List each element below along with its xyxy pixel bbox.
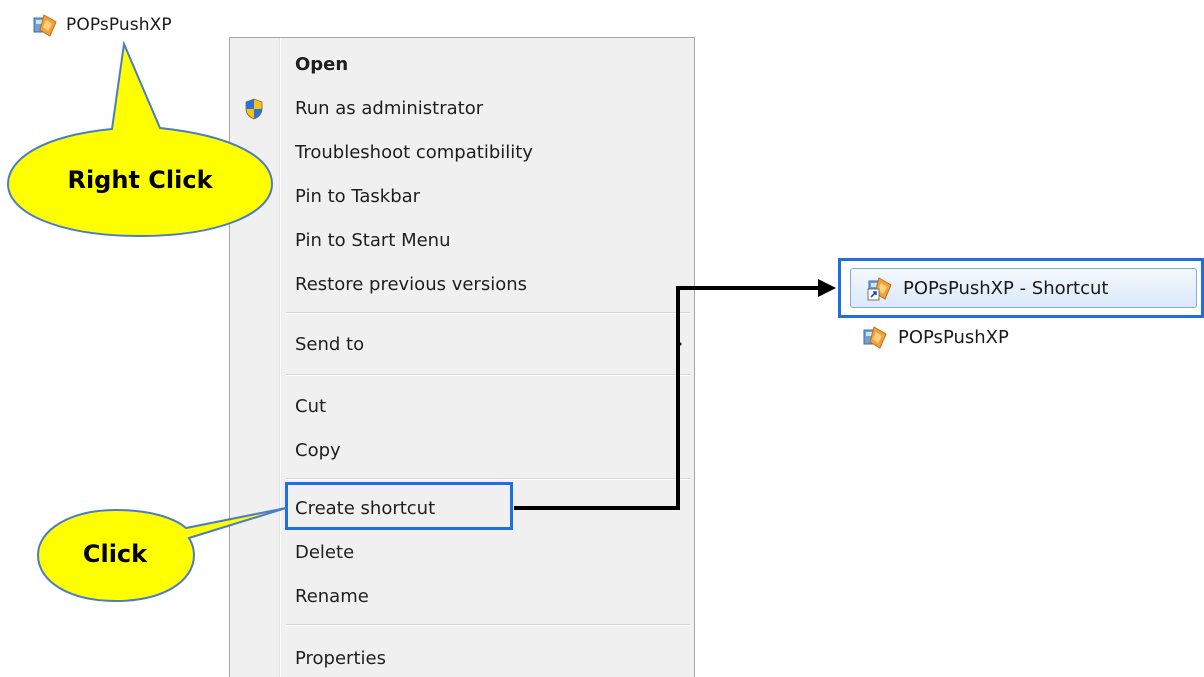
menu-item-label: Troubleshoot compatibility — [295, 141, 533, 163]
menu-item-pin-to-start-menu[interactable]: Pin to Start Menu — [230, 220, 694, 260]
source-file-name: POPsPushXP — [66, 15, 172, 35]
menu-item-label: Pin to Start Menu — [295, 229, 451, 251]
shortcut-icon — [867, 275, 893, 301]
right-click-callout-text: Right Click — [67, 166, 213, 194]
menu-separator — [286, 374, 690, 375]
menu-item-label: Properties — [295, 647, 386, 669]
menu-item-open[interactable]: Open — [230, 44, 694, 84]
menu-item-pin-to-taskbar[interactable]: Pin to Taskbar — [230, 176, 694, 216]
shortcut-file-name: POPsPushXP - Shortcut — [903, 277, 1109, 299]
application-icon — [32, 12, 58, 38]
menu-item-label: Copy — [295, 439, 341, 461]
menu-item-label: Delete — [295, 541, 355, 563]
connector-arrowhead — [818, 279, 836, 297]
menu-item-label: Cut — [295, 395, 327, 417]
menu-item-properties[interactable]: Properties — [230, 638, 694, 677]
menu-item-run-as-administrator[interactable]: Run as administrator — [230, 88, 694, 128]
menu-item-label: Restore previous versions — [295, 273, 528, 295]
result-highlight-box: POPsPushXP - Shortcut — [838, 258, 1204, 318]
menu-separator — [286, 624, 690, 625]
original-file-item[interactable]: POPsPushXP — [862, 322, 1009, 352]
create-shortcut-highlight — [285, 482, 513, 530]
menu-item-delete[interactable]: Delete — [230, 532, 694, 572]
menu-item-rename[interactable]: Rename — [230, 576, 694, 616]
menu-item-cut[interactable]: Cut — [230, 386, 694, 426]
source-file-item[interactable]: POPsPushXP — [32, 8, 172, 42]
menu-item-restore-previous-versions[interactable]: Restore previous versions — [230, 264, 694, 304]
menu-item-troubleshoot-compatibility[interactable]: Troubleshoot compatibility — [230, 132, 694, 172]
submenu-arrow-icon — [677, 339, 682, 349]
shortcut-file-item[interactable]: POPsPushXP - Shortcut — [850, 268, 1197, 308]
menu-item-label: Run as administrator — [295, 97, 484, 119]
click-callout-text: Click — [82, 540, 148, 568]
menu-item-send-to[interactable]: Send to — [230, 324, 694, 364]
original-file-name: POPsPushXP — [898, 326, 1009, 348]
menu-item-copy[interactable]: Copy — [230, 430, 694, 470]
application-icon — [862, 324, 888, 350]
menu-separator — [286, 478, 690, 479]
menu-separator — [286, 312, 690, 313]
menu-item-label: Open — [295, 53, 349, 75]
menu-item-label: Pin to Taskbar — [295, 185, 421, 207]
menu-item-label: Rename — [295, 585, 369, 607]
context-menu: Open Run as administrator Troubleshoot c… — [229, 37, 695, 677]
menu-item-label: Send to — [295, 333, 365, 355]
uac-shield-icon — [244, 98, 264, 120]
screenshot-stage: POPsPushXP Open Run as administrator Tro… — [0, 0, 1204, 677]
